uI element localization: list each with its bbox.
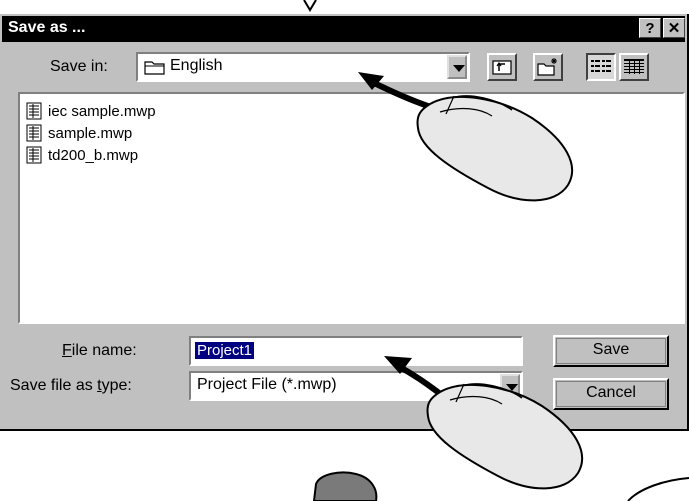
partial-circle-outline <box>627 477 689 501</box>
mouse-icon <box>416 95 574 202</box>
illustration-overlay <box>312 72 689 501</box>
pointer-arrow-icon <box>384 356 448 401</box>
partial-hand-shape <box>312 471 378 501</box>
mouse-icon <box>426 383 584 490</box>
